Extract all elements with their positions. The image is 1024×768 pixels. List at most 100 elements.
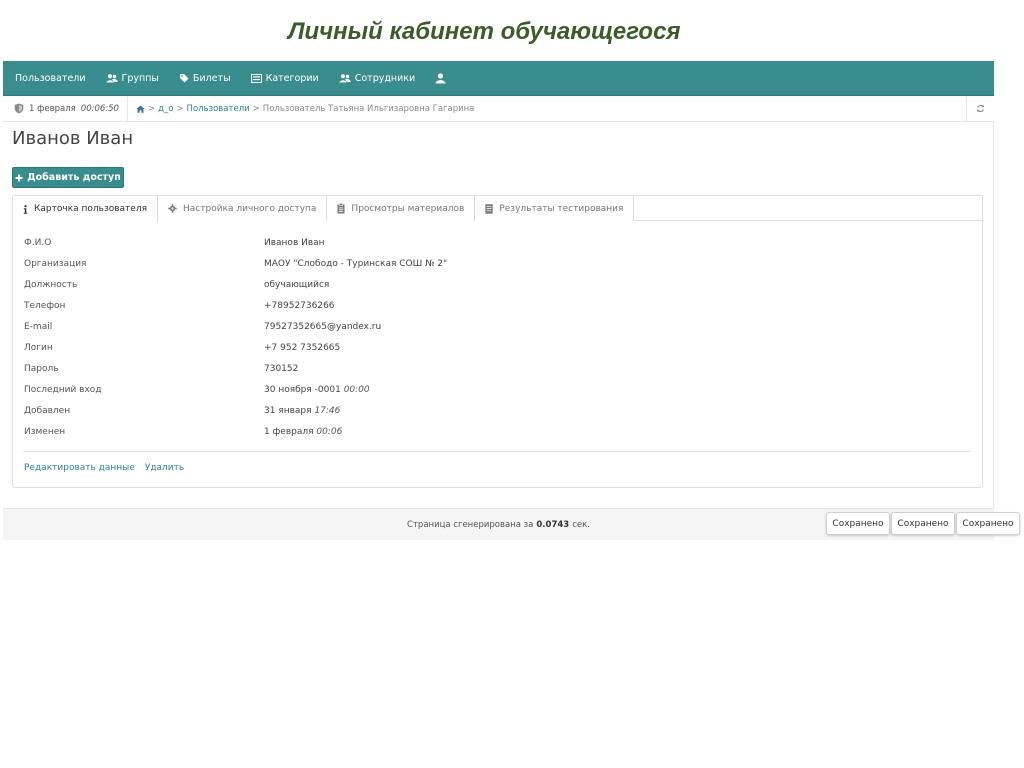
profile-row: Изменен 1 февраля 00:06 (24, 421, 969, 442)
refresh-button[interactable] (966, 96, 994, 121)
field-value: 79527352665@yandex.ru (264, 321, 382, 332)
tab-user-card[interactable]: Карточка пользователя (13, 196, 159, 222)
nav-categories-label: Категории (265, 72, 319, 84)
tab-bar: Карточка пользователя Настройка личного … (13, 196, 982, 222)
top-navbar: Пользователи Группы Билеты Категории Сот… (3, 61, 994, 96)
nav-users[interactable]: Пользователи (15, 73, 86, 84)
footer-unit: сек. (572, 519, 590, 530)
server-clock: 00:06:50 (80, 103, 119, 114)
tag-icon (179, 74, 189, 83)
nav-staff-label: Сотрудники (354, 72, 416, 84)
field-label: Добавлен (24, 405, 71, 416)
breadcrumb-bar: 1 февраля 00:06:50 > д_о > Пользователи … (3, 96, 994, 122)
nav-users-label: Пользователи (15, 72, 86, 84)
profile-row: Телефон +78952736266 (24, 295, 969, 316)
nav-groups[interactable]: Группы (106, 73, 159, 84)
profile-row: Ф.И.О Иванов Иван (24, 232, 969, 253)
refresh-icon (976, 104, 985, 113)
user-panel: Карточка пользователя Настройка личного … (12, 195, 983, 488)
saved-toast[interactable]: Сохранено (891, 512, 955, 535)
user-icon (435, 72, 446, 83)
document-icon (485, 203, 494, 214)
crumb-sep: > (176, 103, 184, 114)
field-value: обучающийся (264, 279, 330, 290)
page-title: Иванов Иван (12, 128, 134, 149)
profile-row: Пароль 730152 (24, 358, 969, 379)
slide-title: Личный кабинет обучающегося (288, 18, 681, 45)
field-label: Организация (24, 258, 87, 269)
field-label: Ф.И.О (24, 237, 52, 248)
crumb-section[interactable]: д_о (158, 104, 173, 114)
crumb-sep: > (147, 103, 156, 114)
users-icon (106, 73, 118, 82)
field-value: МАОУ "Слободо - Туринская СОШ № 2" (264, 258, 448, 269)
field-label: Телефон (24, 300, 66, 311)
server-date: 1 февраля (29, 103, 76, 114)
profile-row: Должность обучающийся (24, 274, 969, 295)
field-value: 31 января (264, 405, 312, 416)
field-time: 17:46 (314, 405, 341, 416)
field-value: 30 ноября -0001 (264, 384, 341, 395)
nav-staff[interactable]: Сотрудники (339, 72, 416, 84)
footer-time-value: 0.0743 (536, 519, 570, 530)
saved-toast[interactable]: Сохранено (956, 512, 1020, 535)
breadcrumb: > д_о > Пользователи > Пользователь Тать… (128, 104, 474, 114)
tab-material-views[interactable]: Просмотры материалов (327, 196, 476, 221)
tab-access-settings-label: Настройка личного доступа (183, 203, 317, 214)
tab-access-settings[interactable]: Настройка личного доступа (158, 196, 328, 221)
list-icon (250, 73, 262, 83)
edit-data-link[interactable]: Редактировать данные (24, 463, 135, 473)
field-label: Логин (24, 342, 53, 353)
crumb-current: Пользователь Татьяна Ильгизаровна Гагари… (262, 103, 475, 114)
tab-test-results[interactable]: Результаты тестирования (475, 196, 635, 221)
add-access-button[interactable]: Добавить доступ (12, 167, 124, 188)
field-label: E-mail (24, 321, 53, 332)
field-value-group: 31 января 17:46 (264, 406, 340, 416)
saved-notifications: Сохранено Сохранено Сохранено (826, 512, 1020, 535)
field-value: 730152 (264, 363, 299, 374)
field-time: 00:06 (316, 426, 343, 437)
field-value: +7 952 7352665 (264, 342, 341, 353)
server-time: 1 февраля 00:06:50 (3, 96, 128, 121)
profile-row: Организация МАОУ "Слободо - Туринская СОШ… (24, 253, 969, 274)
gear-icon (168, 204, 177, 213)
shield-icon (14, 103, 24, 114)
field-value-group: 1 февраля 00:06 (264, 427, 342, 437)
divider (23, 451, 971, 452)
footer-text: Страница сгенерирована за (407, 519, 534, 530)
field-label: Изменен (24, 426, 66, 437)
tab-user-card-label: Карточка пользователя (34, 204, 148, 214)
delete-link[interactable]: Удалить (145, 463, 184, 473)
profile-actions: Редактировать данные Удалить (24, 463, 184, 473)
users-icon (339, 73, 351, 82)
profile-row: Логин +7 952 7352665 (24, 337, 969, 358)
profile-row: Последний вход 30 ноября -0001 00:00 (24, 379, 969, 400)
field-value-group: 30 ноября -0001 00:00 (264, 385, 370, 395)
field-value: 1 февраля (264, 426, 314, 437)
nav-profile[interactable] (435, 72, 446, 84)
clipboard-icon (337, 203, 345, 214)
field-label: Должность (24, 279, 78, 290)
field-value: Иванов Иван (264, 237, 325, 248)
nav-groups-label: Группы (121, 72, 159, 84)
profile-row: Добавлен 31 января 17:46 (24, 400, 969, 421)
info-icon (23, 204, 28, 214)
profile-row: E-mail 79527352665@yandex.ru (24, 316, 969, 337)
app-window: Пользователи Группы Билеты Категории Сот… (3, 61, 994, 540)
nav-tickets-label: Билеты (192, 72, 231, 84)
home-icon[interactable] (136, 105, 145, 113)
nav-tickets[interactable]: Билеты (179, 73, 231, 84)
add-access-label: Добавить доступ (27, 172, 121, 183)
nav-categories[interactable]: Категории (250, 72, 319, 84)
field-time: 00:00 (343, 384, 370, 395)
tab-material-views-label: Просмотры материалов (351, 203, 465, 214)
plus-icon (15, 174, 23, 181)
field-value: +78952736266 (264, 300, 335, 311)
crumb-sep: > (252, 103, 260, 114)
tab-test-results-label: Результаты тестирования (499, 203, 624, 214)
field-label: Пароль (24, 363, 59, 374)
crumb-users[interactable]: Пользователи (187, 104, 250, 114)
field-label: Последний вход (24, 384, 102, 395)
saved-toast[interactable]: Сохранено (826, 512, 890, 535)
profile-table: Ф.И.О Иванов Иван Организация МАОУ "Слобод… (24, 232, 969, 442)
